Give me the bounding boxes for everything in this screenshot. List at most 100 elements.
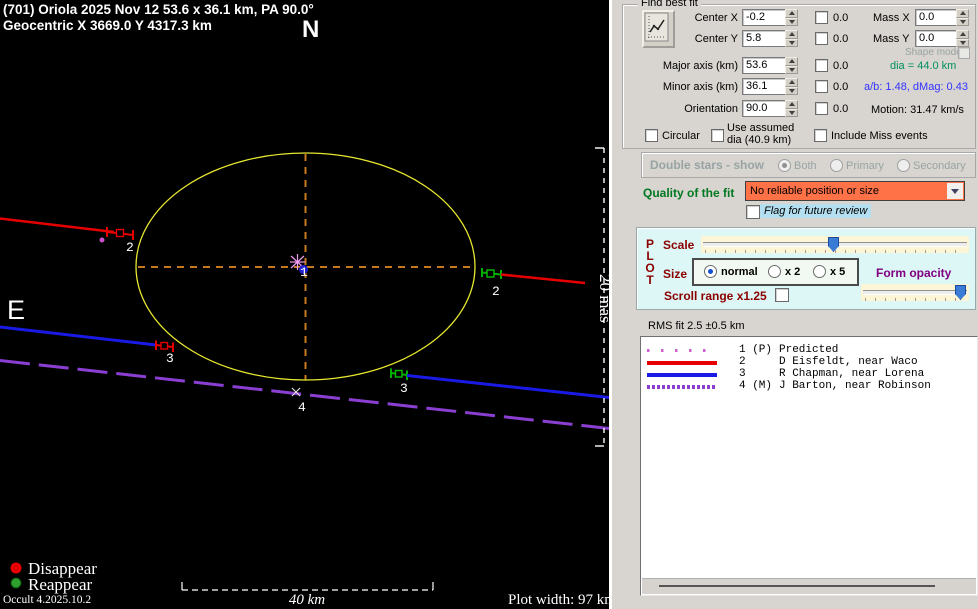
- orientation-lock-checkbox[interactable]: [815, 102, 828, 115]
- chord4-label: 4: [298, 400, 306, 415]
- station-name: J Barton, near Robinson: [779, 380, 931, 392]
- plot-title-line1: (701) Oriola 2025 Nov 12 53.6 x 36.1 km,…: [3, 2, 314, 17]
- spin-down-icon[interactable]: [785, 18, 798, 27]
- chord4[interactable]: [0, 361, 609, 429]
- slider-groove: [863, 290, 967, 295]
- size-x2-label: x 2: [785, 266, 800, 278]
- station-name: R Chapman, near Lorena: [779, 368, 924, 380]
- chord3-reappear-marker[interactable]: [396, 371, 403, 378]
- mass-x-spinner[interactable]: [956, 9, 969, 26]
- spin-up-icon[interactable]: [785, 30, 798, 39]
- station-row-1[interactable]: 1 (P) Predicted: [641, 344, 977, 356]
- occult-fit-window: (701) Oriola 2025 Nov 12 53.6 x 36.1 km,…: [0, 0, 978, 609]
- double-secondary-radio[interactable]: [897, 159, 910, 172]
- spin-down-icon[interactable]: [956, 39, 969, 48]
- size-x5-radio[interactable]: [813, 265, 826, 278]
- chevron-down-icon: [951, 189, 959, 194]
- center-x-uncert: 0.0: [833, 12, 848, 24]
- orientation-field[interactable]: 90.0: [742, 100, 790, 117]
- chord1-label: 1: [300, 265, 308, 280]
- minor-axis-uncert: 0.0: [833, 81, 848, 93]
- spin-up-icon[interactable]: [956, 30, 969, 39]
- center-x-lock-checkbox[interactable]: [815, 11, 828, 24]
- center-y-spinner[interactable]: [785, 30, 798, 47]
- minor-axis-lock-checkbox[interactable]: [815, 80, 828, 93]
- station-list-hscrollbar[interactable]: [642, 578, 976, 594]
- plot-title-line2: Geocentric X 3669.0 Y 4317.3 km: [3, 18, 212, 33]
- major-axis-lock-checkbox[interactable]: [815, 59, 828, 72]
- scale-slider[interactable]: [701, 236, 969, 253]
- hscroll-thumb[interactable]: [659, 585, 935, 587]
- scroll-range-checkbox[interactable]: [775, 288, 789, 302]
- minor-axis-label: Minor axis (km): [640, 81, 738, 93]
- form-opacity-slider[interactable]: [861, 284, 969, 301]
- quality-dropdown[interactable]: No reliable position or size: [745, 181, 965, 201]
- spin-down-icon[interactable]: [785, 109, 798, 118]
- major-axis-spinner[interactable]: [785, 57, 798, 74]
- chord3-disappear-marker[interactable]: [161, 343, 168, 350]
- east-label: E: [7, 295, 25, 325]
- orientation-spinner[interactable]: [785, 100, 798, 117]
- spin-down-icon[interactable]: [785, 87, 798, 96]
- spin-down-icon[interactable]: [956, 18, 969, 27]
- mass-y-spinner[interactable]: [956, 30, 969, 47]
- km-scale-label: 40 km: [289, 592, 325, 608]
- station-name: D Eisfeldt, near Waco: [779, 356, 918, 368]
- station-num: 4 (M): [739, 380, 772, 392]
- station-row-3[interactable]: 3 R Chapman, near Lorena: [641, 368, 977, 380]
- spin-up-icon[interactable]: [956, 9, 969, 18]
- center-y-field[interactable]: 5.8: [742, 30, 790, 47]
- center-y-lock-checkbox[interactable]: [815, 32, 828, 45]
- spin-down-icon[interactable]: [785, 66, 798, 75]
- scroll-range-label: Scroll range x1.25: [664, 289, 767, 303]
- station-num: 2: [739, 356, 746, 368]
- station-name: Predicted: [779, 344, 838, 356]
- chord3-left-label: 3: [166, 351, 174, 366]
- spin-up-icon[interactable]: [785, 9, 798, 18]
- dropdown-button[interactable]: [947, 183, 963, 199]
- mass-y-field[interactable]: 0.0: [915, 30, 960, 47]
- slider-ticks: [705, 250, 965, 253]
- include-miss-label: Include Miss events: [831, 130, 928, 142]
- chord2[interactable]: [0, 219, 585, 284]
- major-axis-field[interactable]: 53.6: [742, 57, 790, 74]
- station-row-2[interactable]: 2 D Eisfeldt, near Waco: [641, 356, 977, 368]
- minor-axis-field[interactable]: 36.1: [742, 78, 790, 95]
- spin-up-icon[interactable]: [785, 78, 798, 87]
- size-x2-radio[interactable]: [768, 265, 781, 278]
- occultation-plot-canvas[interactable]: (701) Oriola 2025 Nov 12 53.6 x 36.1 km,…: [0, 0, 609, 609]
- size-normal-radio[interactable]: [704, 265, 717, 278]
- purple-line-swatch: [647, 385, 717, 389]
- station-row-4[interactable]: 4 (M) J Barton, near Robinson: [641, 380, 977, 392]
- minor-axis-spinner[interactable]: [785, 78, 798, 95]
- circular-checkbox[interactable]: [645, 129, 658, 142]
- station-list[interactable]: 1 (P) Predicted 2 D Eisfeldt, near Waco …: [640, 336, 978, 596]
- use-assumed-checkbox[interactable]: [711, 129, 724, 142]
- size-radio-group: normal x 2 x 5: [692, 258, 859, 286]
- station-num: 1 (P): [739, 344, 772, 356]
- shape-model-label: Shape model: [905, 47, 964, 58]
- major-axis-uncert: 0.0: [833, 60, 848, 72]
- chord3-right-label: 3: [400, 381, 408, 396]
- double-both-radio[interactable]: [778, 159, 791, 172]
- reappear-legend-label: Reappear: [28, 575, 93, 594]
- center-x-spinner[interactable]: [785, 9, 798, 26]
- spin-up-icon[interactable]: [785, 100, 798, 109]
- chord2-reappear-marker[interactable]: [487, 270, 494, 277]
- motion-readout: Motion: 31.47 km/s: [871, 104, 964, 116]
- predicted-line-swatch: [647, 349, 717, 352]
- mass-x-field[interactable]: 0.0: [915, 9, 960, 26]
- orientation-uncert: 0.0: [833, 103, 848, 115]
- flag-review-checkbox[interactable]: [746, 205, 760, 219]
- spin-down-icon[interactable]: [785, 39, 798, 48]
- km-scale-bar: [182, 582, 433, 590]
- center-x-field[interactable]: -0.2: [742, 9, 790, 26]
- double-primary-radio[interactable]: [830, 159, 843, 172]
- shape-model-checkbox[interactable]: [958, 47, 970, 59]
- include-miss-checkbox[interactable]: [814, 129, 827, 142]
- circular-label: Circular: [662, 130, 700, 142]
- double-both-label: Both: [794, 160, 817, 172]
- chord2-disappear-marker[interactable]: [117, 230, 124, 237]
- spin-up-icon[interactable]: [785, 57, 798, 66]
- north-label: N: [302, 16, 319, 43]
